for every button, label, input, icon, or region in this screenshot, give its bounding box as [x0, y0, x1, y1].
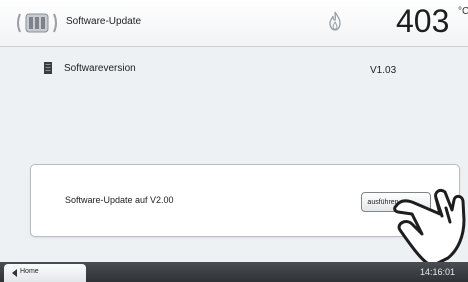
- document-icon: [44, 62, 52, 74]
- update-label: Software-Update auf V2.00: [65, 195, 174, 205]
- screen: Software-Update 403 °C Softwareversion V…: [0, 0, 468, 282]
- pointing-hand-icon: [393, 188, 466, 268]
- page-title: Software-Update: [66, 16, 142, 27]
- flame-icon: [329, 11, 341, 31]
- software-version-row: Softwareversion V1.03: [0, 60, 468, 80]
- temperature-display: 403: [396, 3, 450, 39]
- software-version-value: V1.03: [370, 65, 397, 76]
- header-bar: Software-Update 403 °C: [0, 0, 468, 47]
- arrow-left-icon: [12, 269, 17, 277]
- software-version-label: Softwareversion: [64, 63, 136, 74]
- clock: 14:16:01: [420, 267, 456, 277]
- home-button[interactable]: Home: [4, 264, 86, 282]
- home-label: Home: [20, 268, 39, 275]
- cassette-icon[interactable]: [14, 8, 60, 38]
- footer-bar: Home 14:16:01: [0, 262, 468, 282]
- temperature-unit: °C: [458, 6, 468, 17]
